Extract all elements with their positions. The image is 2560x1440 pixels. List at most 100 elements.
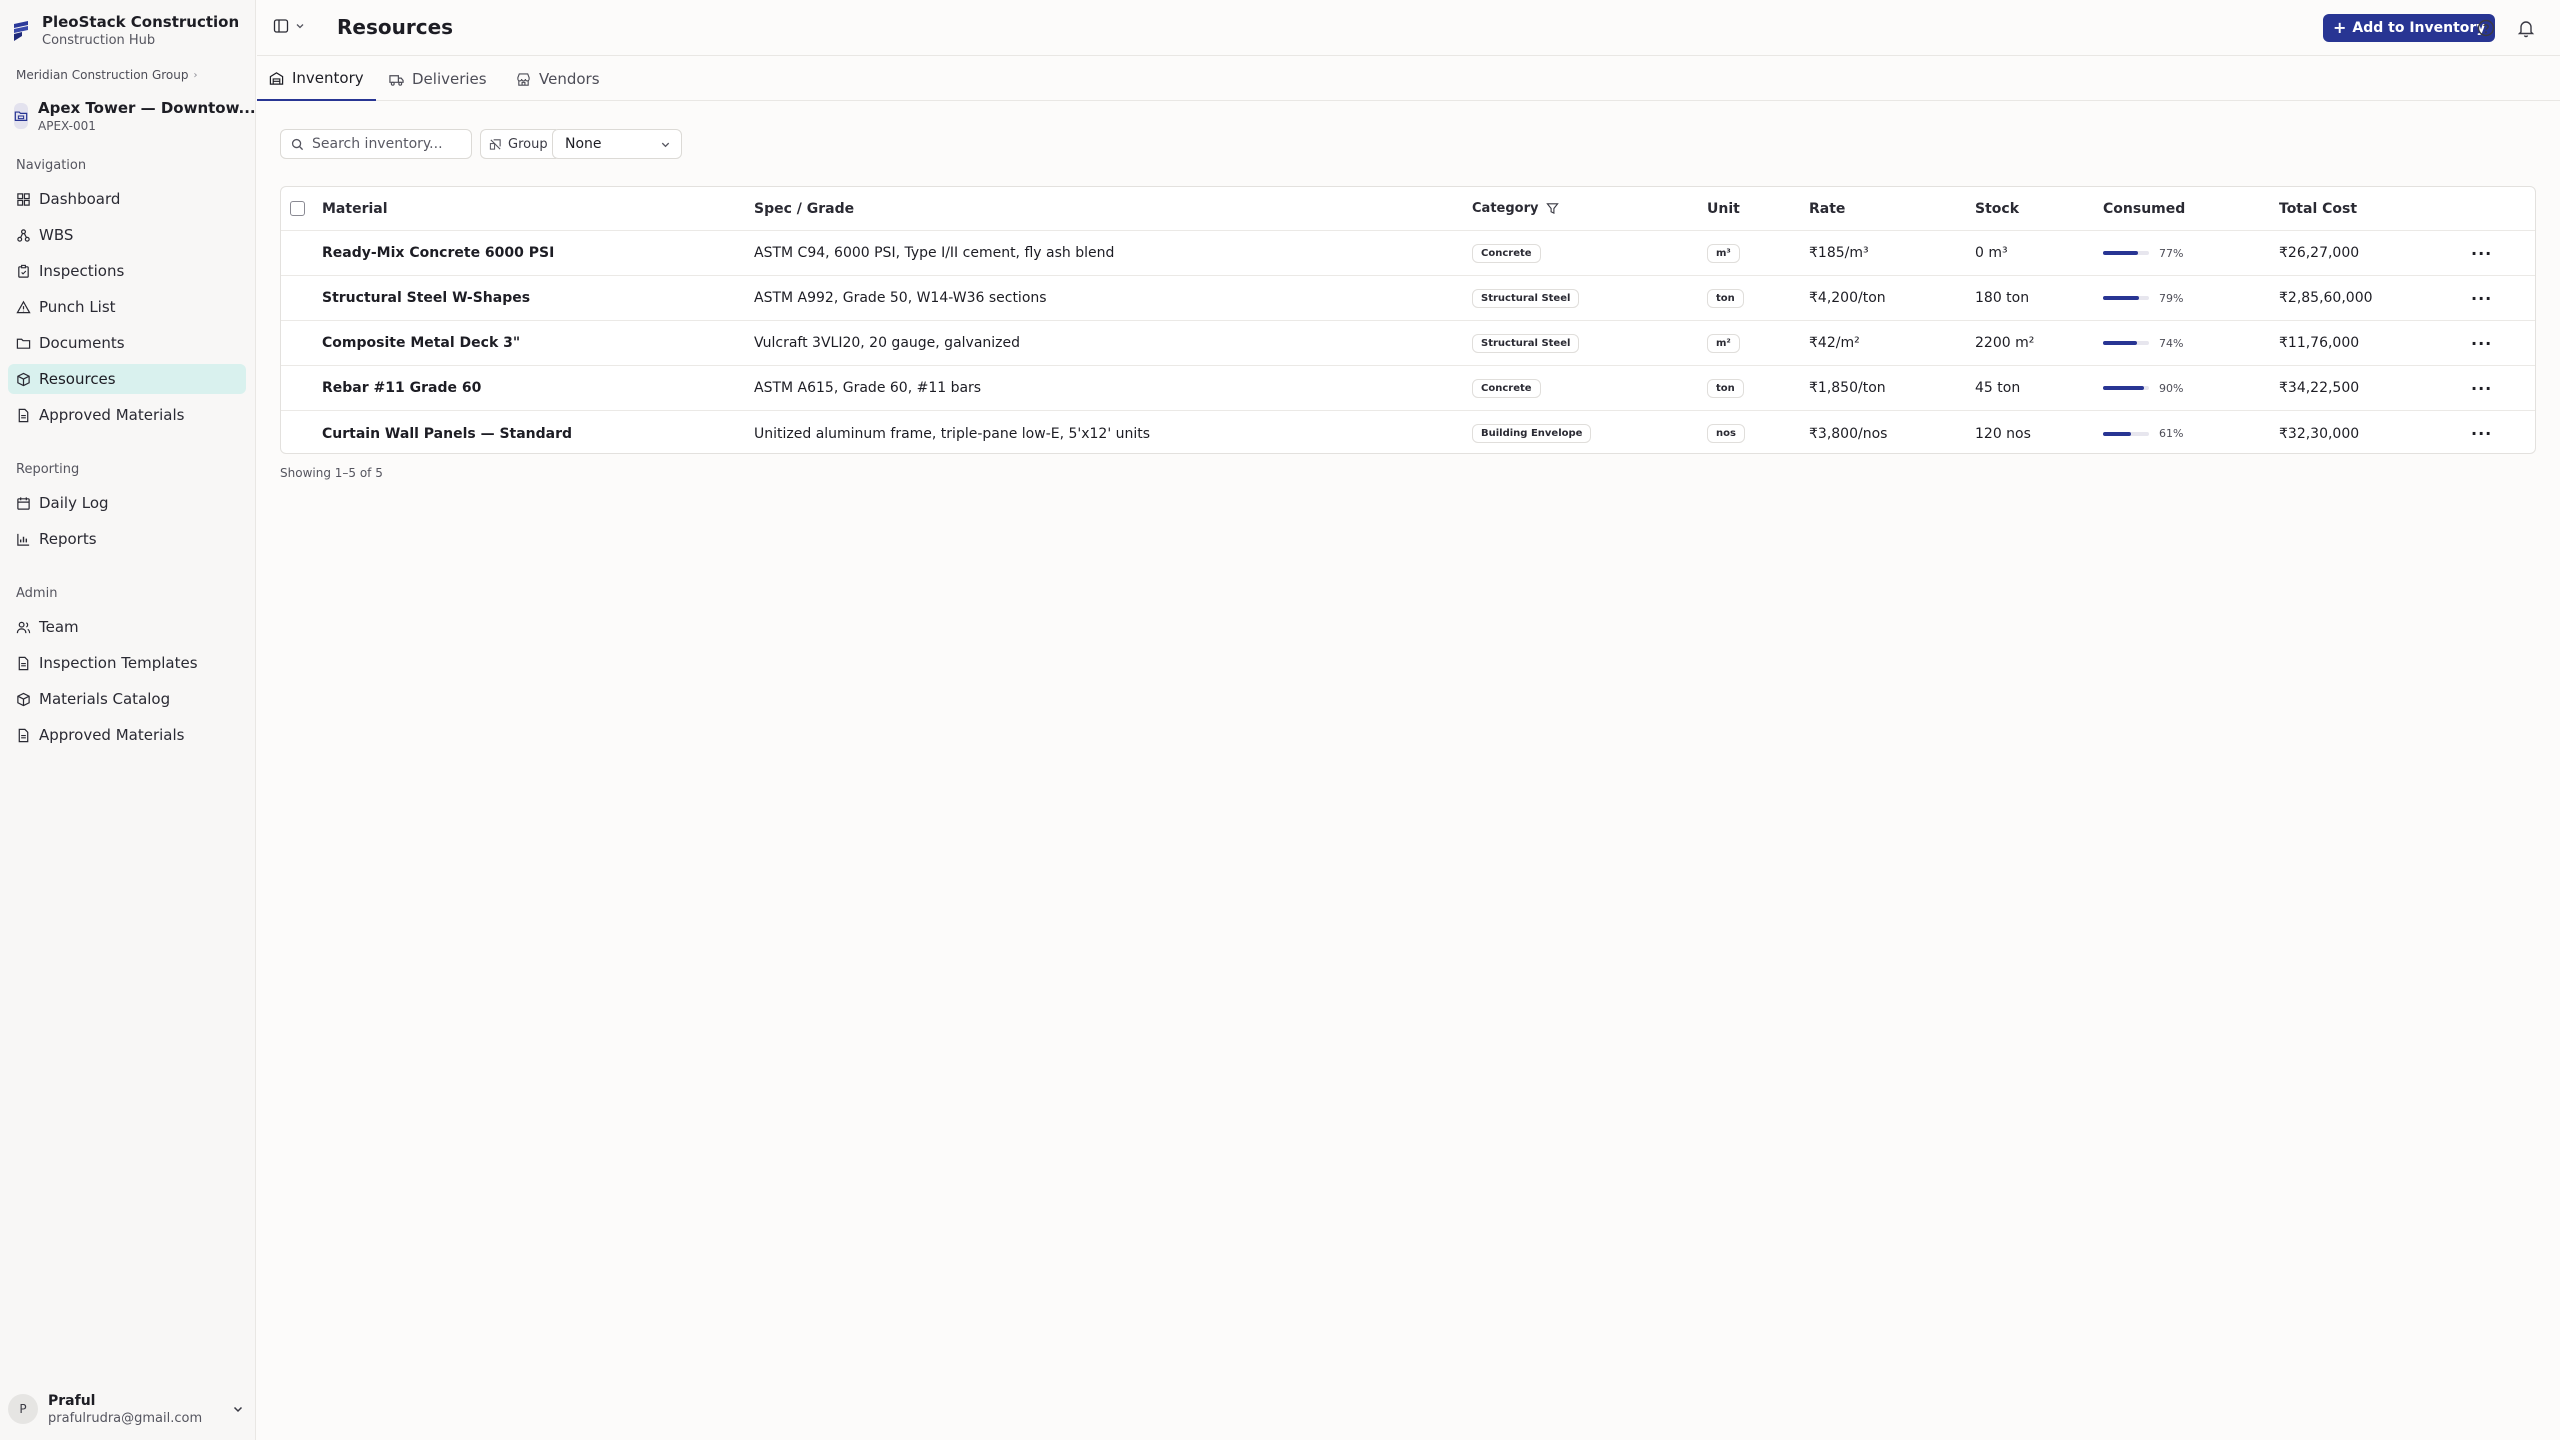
group-select[interactable]: None (552, 129, 682, 159)
sidebar-item-label: Inspection Templates (39, 654, 198, 672)
group-select-value: None (565, 136, 602, 152)
consumed-progress-fill (2103, 431, 2132, 436)
sidebar-item-approved-materials-admin[interactable]: Approved Materials (8, 720, 246, 750)
row-actions-button[interactable]: ··· (2471, 411, 2492, 453)
col-category-label: Category (1472, 201, 1539, 216)
group-icon (489, 138, 501, 150)
category-cell: Concrete (1472, 231, 1541, 275)
brand[interactable]: PleoStack Construction Construction Hub (12, 12, 239, 49)
warning-icon (16, 300, 31, 313)
spec-grade: ASTM C94, 6000 PSI, Type I/II cement, fl… (754, 245, 1115, 261)
row-actions-button[interactable]: ··· (2471, 276, 2492, 320)
more-horizontal-icon: ··· (2471, 288, 2493, 308)
table-row[interactable]: Structural Steel W-Shapes ASTM A992, Gra… (281, 276, 2535, 321)
sidebar-item-label: Resources (39, 370, 116, 388)
sidebar-item-team[interactable]: Team (8, 612, 246, 642)
sidebar-item-daily-log[interactable]: Daily Log (8, 488, 246, 518)
consumed-progress-bar (2103, 296, 2149, 300)
unit-badge: m² (1707, 333, 1740, 353)
unit-cell: ton (1707, 276, 1744, 320)
rate: ₹1,850/ton (1809, 380, 1886, 396)
col-material[interactable]: Material (322, 187, 388, 230)
sidebar-item-punch-list[interactable]: Punch List (8, 292, 246, 322)
bell-icon[interactable] (2516, 18, 2536, 38)
sidebar-item-materials-catalog[interactable]: Materials Catalog (8, 684, 246, 714)
total-cost: ₹2,85,60,000 (2279, 290, 2373, 306)
chevron-right-icon: › (193, 69, 198, 81)
table-row[interactable]: Ready-Mix Concrete 6000 PSI ASTM C94, 60… (281, 231, 2535, 276)
total-cost: ₹26,27,000 (2279, 245, 2360, 261)
row-actions-button[interactable]: ··· (2471, 231, 2492, 275)
sidebar-item-inspection-templates[interactable]: Inspection Templates (8, 648, 246, 678)
folder-icon (14, 103, 28, 129)
category-cell: Structural Steel (1472, 276, 1580, 320)
table-row[interactable]: Rebar #11 Grade 60 ASTM A615, Grade 60, … (281, 366, 2535, 411)
filter-icon[interactable] (1546, 202, 1560, 215)
col-stock[interactable]: Stock (1975, 187, 2019, 230)
material-name[interactable]: Structural Steel W-Shapes (322, 276, 530, 320)
sidebar-item-wbs[interactable]: WBS (8, 220, 246, 250)
consumed-percent: 74% (2159, 336, 2184, 350)
sidebar-item-documents[interactable]: Documents (8, 328, 246, 358)
sidebar-item-inspections[interactable]: Inspections (8, 256, 246, 286)
sidebar-item-approved-materials[interactable]: Approved Materials (8, 400, 246, 430)
sidebar-item-label: Approved Materials (39, 406, 185, 424)
table-row[interactable]: Curtain Wall Panels — Standard Unitized … (281, 411, 2535, 453)
pagination-summary: Showing 1–5 of 5 (280, 466, 383, 480)
tab-inventory[interactable]: Inventory (257, 57, 376, 101)
sidebar-item-reports[interactable]: Reports (8, 524, 246, 554)
material-name[interactable]: Ready-Mix Concrete 6000 PSI (322, 231, 554, 275)
sidebar-item-dashboard[interactable]: Dashboard (8, 184, 246, 214)
document-icon (18, 728, 29, 742)
user-menu[interactable]: P Praful prafulrudra@gmail.com (8, 1390, 248, 1428)
tab-deliveries[interactable]: Deliveries (377, 57, 499, 101)
org-breadcrumb[interactable]: Meridian Construction Group › (16, 68, 197, 82)
truck-icon (389, 74, 404, 86)
material-name[interactable]: Composite Metal Deck 3" (322, 321, 520, 365)
wbs-icon (17, 228, 30, 242)
col-spec[interactable]: Spec / Grade (754, 187, 854, 230)
consumed-progress-bar (2103, 251, 2149, 255)
select-all-checkbox[interactable] (290, 201, 305, 216)
package-icon (17, 372, 30, 386)
consumed-progress-fill (2103, 296, 2140, 300)
add-to-inventory-button[interactable]: + Add to Inventory (2323, 14, 2496, 42)
sidebar-toggle-button[interactable] (273, 18, 305, 34)
col-rate[interactable]: Rate (1809, 187, 1845, 230)
sidebar-item-label: Approved Materials (39, 726, 185, 744)
project-switcher[interactable]: Apex Tower — Downtow... APEX-001 (8, 94, 256, 138)
tab-vendors[interactable]: Vendors (504, 57, 612, 101)
table-header-row: Material Spec / Grade Category Unit Rate… (281, 187, 2535, 231)
unit-cell: ton (1707, 366, 1744, 410)
sidebar-item-label: Team (39, 618, 79, 636)
category-cell: Building Envelope (1472, 411, 1592, 453)
material-name[interactable]: Rebar #11 Grade 60 (322, 366, 481, 410)
users-icon (16, 621, 31, 633)
sidebar-panel-icon (273, 19, 289, 33)
col-unit[interactable]: Unit (1707, 187, 1740, 230)
project-code: APEX-001 (38, 118, 96, 133)
col-total-cost[interactable]: Total Cost (2279, 187, 2357, 230)
search-input[interactable] (312, 136, 462, 152)
chevron-down-icon (661, 142, 670, 147)
help-icon[interactable] (2476, 18, 2496, 38)
stock: 0 m³ (1975, 245, 2008, 261)
col-category[interactable]: Category (1472, 187, 1560, 230)
sidebar-item-resources[interactable]: Resources (8, 364, 246, 394)
select-all-cell (290, 187, 305, 230)
app-name: PleoStack Construction (42, 13, 240, 31)
search-icon (291, 138, 304, 150)
folder-icon (16, 338, 31, 349)
store-icon (517, 72, 530, 86)
col-consumed[interactable]: Consumed (2103, 187, 2185, 230)
row-actions-button[interactable]: ··· (2471, 366, 2492, 410)
sidebar-item-label: Documents (39, 334, 125, 352)
material-name[interactable]: Curtain Wall Panels — Standard (322, 411, 572, 453)
sidebar-item-label: WBS (39, 226, 74, 244)
search-box[interactable] (280, 129, 472, 159)
stock: 45 ton (1975, 380, 2021, 396)
consumed-cell: 79% (2103, 276, 2183, 320)
table-row[interactable]: Composite Metal Deck 3" Vulcraft 3VLI20,… (281, 321, 2535, 366)
unit-badge: nos (1707, 424, 1745, 443)
row-actions-button[interactable]: ··· (2471, 321, 2492, 365)
